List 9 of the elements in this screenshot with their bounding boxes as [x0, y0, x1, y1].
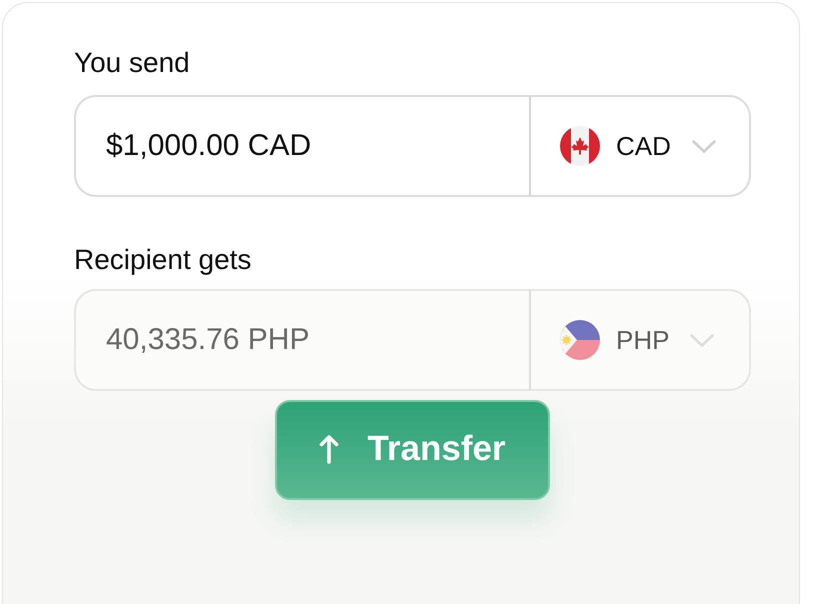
- chevron-down-icon: [692, 140, 716, 152]
- field-label: Recipient gets: [74, 243, 252, 277]
- currency-dropdown[interactable]: CAD: [529, 95, 751, 197]
- field-label: You send: [74, 46, 190, 80]
- chevron-down-icon: [690, 334, 714, 346]
- arrow-up-icon: [319, 434, 340, 464]
- philippines-flag-icon: [560, 320, 600, 360]
- canada-flag-icon: [560, 126, 600, 166]
- amount-input[interactable]: $1,000.00 CAD: [74, 95, 529, 197]
